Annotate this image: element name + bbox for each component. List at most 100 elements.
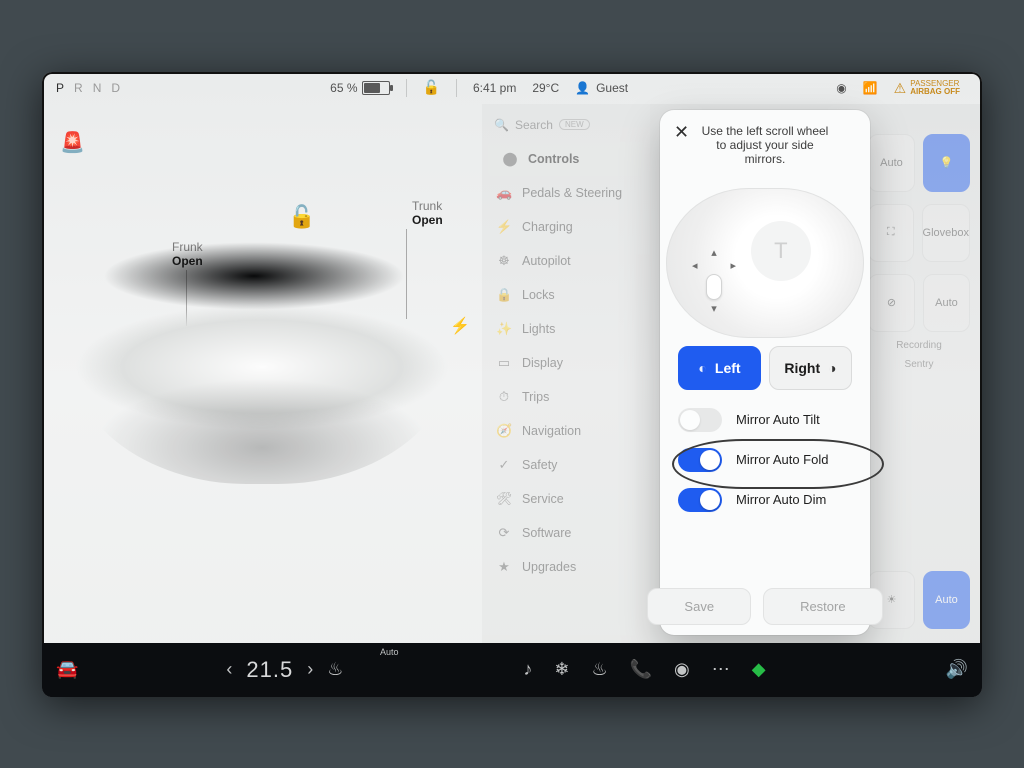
sidebar-item-label: Software <box>522 526 571 540</box>
option-label: Mirror Auto Tilt <box>736 412 820 427</box>
music-app-icon[interactable]: ♪ <box>523 659 532 680</box>
sidebar-item-icon: 🔒 <box>496 287 512 303</box>
camera-app-icon[interactable]: ◉ <box>674 659 690 680</box>
sidebar-item-label: Controls <box>528 152 579 166</box>
sidebar-item-label: Pedals & Steering <box>522 186 622 200</box>
restore-button[interactable]: Restore <box>763 588 883 625</box>
sidebar-item-navigation[interactable]: 🧭 Navigation <box>482 414 650 448</box>
mirrors-hint: Use the left scroll wheel to adjust your… <box>660 110 870 166</box>
battery-readout[interactable]: 65 % <box>322 81 397 95</box>
vehicle-pane: 🚨 🔓 ⚡ Frunk Open Trunk Open <box>42 104 482 643</box>
sidebar-item-icon: 🛠 <box>496 491 512 507</box>
trunk-button[interactable]: Trunk Open <box>412 199 443 227</box>
sidebar-item-pedals-steering[interactable]: 🚗Pedals & Steering <box>482 176 650 210</box>
toggle <box>678 408 722 432</box>
wiper-off-button[interactable]: ⊘ <box>868 274 915 332</box>
sidebar-item-icon: ⬤ <box>502 151 518 167</box>
brightness-auto-button[interactable]: Auto <box>923 571 970 629</box>
all-apps-icon[interactable]: ⋯ <box>712 659 730 680</box>
sidebar-item-charging[interactable]: ⚡Charging <box>482 210 650 244</box>
sidebar-item-label: Trips <box>522 390 549 404</box>
option-label: Mirror Auto Dim <box>736 492 826 507</box>
mirror-left-icon: ◐ <box>698 360 706 376</box>
sidebar-item-label: Display <box>522 356 563 370</box>
glovebox-button[interactable]: Glovebox <box>922 204 970 262</box>
sentry-label: Sentry <box>868 359 970 370</box>
sidebar-item-icon: ✨ <box>496 321 512 337</box>
fold-mirrors-button[interactable]: ⛶ <box>868 204 914 262</box>
infotainment-screen: PRND 65 % 🔓 6:41 pm 29°C 👤 Guest ◉ 📶 ⚠ P… <box>42 72 982 697</box>
trunk-action: Open <box>412 213 443 227</box>
sidebar-item-controls[interactable]: ⬤ Controls <box>488 142 644 176</box>
temp-down-icon[interactable]: ‹ <box>226 659 232 680</box>
defrost-front-icon[interactable]: ❄ <box>554 659 569 680</box>
sidebar-item-label: Safety <box>522 458 557 472</box>
option-mirror-auto-dim: Mirror Auto Dim <box>678 488 852 512</box>
search-input[interactable]: 🔍 Search NEW <box>482 114 650 136</box>
sidebar-item-safety[interactable]: ✓ Safety <box>482 448 650 482</box>
seatbelt-icon: 🚨 <box>60 130 85 155</box>
sidebar-item-autopilot[interactable]: ☸Autopilot <box>482 244 650 278</box>
close-icon[interactable]: ✕ <box>674 122 689 143</box>
sidebar-item-label: Charging <box>522 220 573 234</box>
sidebar-item-software[interactable]: ⟳Software <box>482 516 650 550</box>
option-label: Mirror Auto Fold <box>736 452 828 467</box>
sidebar-item-trips[interactable]: ⏱ Trips <box>482 380 650 414</box>
temp-up-icon[interactable]: › <box>307 659 313 680</box>
gear-indicator: PRND <box>56 81 130 95</box>
trunk-label: Trunk <box>412 199 442 213</box>
sidebar-item-icon: ⏱ <box>496 389 512 405</box>
outside-temp: 29°C <box>524 81 567 95</box>
sidebar-item-service[interactable]: 🛠 Service <box>482 482 650 516</box>
sidebar-item-lights[interactable]: ✨ Lights <box>482 312 650 346</box>
scroll-wheel-indicator: ▴◂▸ ▾ <box>692 246 736 298</box>
seat-heater-icon[interactable]: ♨ <box>327 659 343 680</box>
sidebar-item-label: Lights <box>522 322 555 336</box>
mirror-left-button[interactable]: ◐ Left <box>678 346 761 390</box>
sidebar-item-icon: ✓ <box>496 457 512 473</box>
mirror-right-button[interactable]: Right ◑ <box>769 346 852 390</box>
defrost-rear-icon[interactable]: ♨ <box>591 659 607 680</box>
new-pill: NEW <box>559 119 590 130</box>
toggle[interactable] <box>678 448 722 472</box>
settings-pane: 🔍 Search NEW ⬤ Controls 🚗Pedals & Steering… <box>482 104 982 643</box>
sentry-icon[interactable]: ◉ <box>828 81 854 95</box>
car-app-icon[interactable]: 🚘 <box>56 659 78 680</box>
phone-app-icon[interactable]: 📞 <box>630 659 652 680</box>
toggle[interactable] <box>678 488 722 512</box>
sidebar-item-icon: ★ <box>496 559 512 575</box>
sidebar-item-label: Service <box>522 492 564 506</box>
save-button[interactable]: Save <box>647 588 751 625</box>
headlight-on-button[interactable]: 💡 <box>923 134 970 192</box>
lock-icon[interactable]: 🔓 <box>415 79 448 96</box>
wifi-icon[interactable]: 📶 <box>855 81 886 95</box>
clock: 6:41 pm <box>465 81 524 95</box>
profile-button[interactable]: 👤 Guest <box>567 81 636 95</box>
wiper-auto-button[interactable]: Auto <box>923 274 970 332</box>
status-bar: PRND 65 % 🔓 6:41 pm 29°C 👤 Guest ◉ 📶 ⚠ P… <box>42 72 982 104</box>
bottom-dock: 🚘 ‹ 21.5 › Auto ♨ ♪ ❄ ♨ 📞 ◉ ⋯ ◆ 🔊 <box>42 643 982 697</box>
volume-icon[interactable]: 🔊 <box>946 659 968 680</box>
sidebar-item-label: Locks <box>522 288 555 302</box>
sidebar-item-label: Navigation <box>522 424 581 438</box>
sidebar-item-locks[interactable]: 🔒 Locks <box>482 278 650 312</box>
steering-wheel-graphic: T ▴◂▸ ▾ <box>666 188 864 338</box>
tesla-logo-icon: T <box>751 221 811 281</box>
sidebar-item-display[interactable]: ▭ Display <box>482 346 650 380</box>
mirrors-modal: ✕ Use the left scroll wheel to adjust yo… <box>660 110 870 635</box>
profile-name: Guest <box>596 81 628 95</box>
mirror-right-icon: ◑ <box>828 360 836 376</box>
sidebar-item-icon: 🧭 <box>496 423 512 439</box>
headlight-auto-button[interactable]: Auto <box>868 134 915 192</box>
seat-auto-label: Auto <box>380 647 399 657</box>
recording-label: Recording <box>868 340 970 351</box>
sidebar-item-icon: ▭ <box>496 355 512 371</box>
sidebar-item-label: Autopilot <box>522 254 571 268</box>
headlight-icon: 💡 <box>940 156 954 169</box>
dashcam-icon[interactable]: ◆ <box>752 659 766 680</box>
sidebar-item-upgrades[interactable]: ★Upgrades <box>482 550 650 584</box>
vehicle-render <box>62 224 462 484</box>
airbag-warning: ⚠ PASSENGERAIRBAG OFF <box>886 80 968 96</box>
cabin-temp[interactable]: 21.5 <box>246 657 293 683</box>
quick-controls-rail: Auto 💡 ⛶ Glovebox ⊘ Auto Recording Sentr… <box>856 104 982 643</box>
